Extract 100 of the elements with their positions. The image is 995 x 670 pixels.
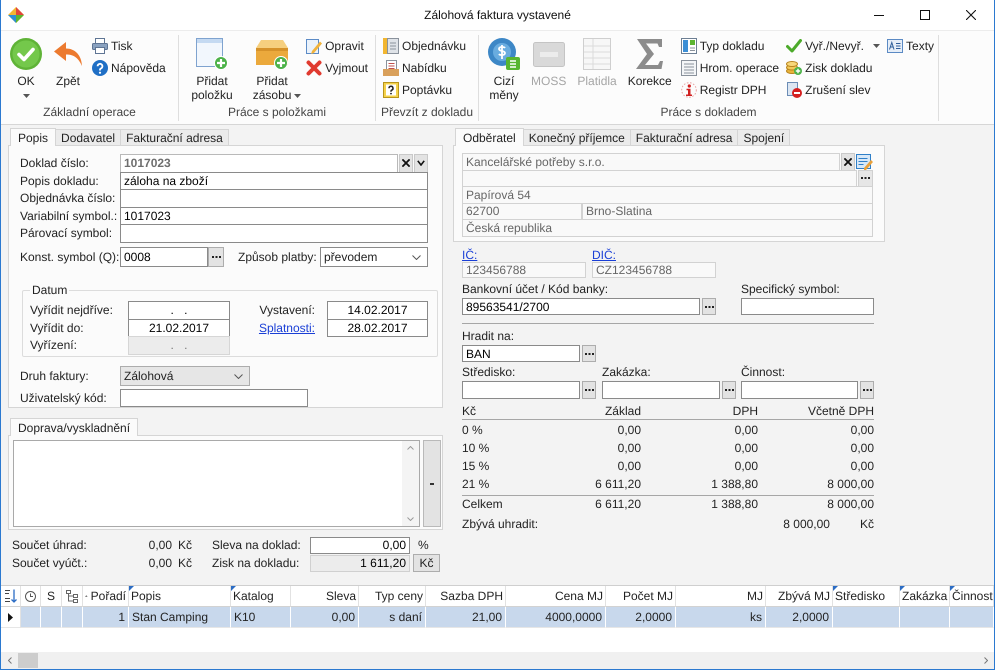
ribbon-button[interactable]: Objednávku xyxy=(382,35,468,57)
cross-icon xyxy=(402,159,410,168)
row-header[interactable] xyxy=(1,607,21,628)
browse-button[interactable] xyxy=(582,345,596,362)
browse-button[interactable] xyxy=(860,381,874,399)
field-link[interactable]: DIČ: xyxy=(592,249,616,262)
currency-button[interactable]: Kč xyxy=(413,554,440,572)
dropdown-button[interactable] xyxy=(414,154,428,172)
input-field[interactable]: 123456788 xyxy=(462,262,586,278)
browse-button[interactable] xyxy=(208,247,224,267)
column-header[interactable]: Středisko xyxy=(833,586,900,607)
ribbon-button[interactable]: Zrušení slev xyxy=(785,79,882,101)
chevron-down-icon xyxy=(234,374,243,378)
column-header[interactable]: Cena MJ xyxy=(506,586,606,607)
dropdown[interactable]: převodem xyxy=(320,247,428,267)
scrollbar[interactable] xyxy=(1,652,994,669)
tab[interactable]: Spojení xyxy=(737,129,790,145)
edit-button[interactable] xyxy=(855,153,873,170)
tab[interactable]: Popis xyxy=(10,128,56,146)
ribbon-button[interactable]: OK xyxy=(7,35,45,98)
column-header[interactable]: Sleva xyxy=(291,586,359,607)
browse-button[interactable] xyxy=(582,381,596,399)
chevron-up-icon xyxy=(407,446,414,450)
input-field[interactable]: 0,00 xyxy=(310,536,410,554)
text-block-icon xyxy=(887,39,904,53)
column-header[interactable] xyxy=(1,586,21,607)
input-field[interactable]: 1 611,20 xyxy=(310,554,410,572)
input-field[interactable] xyxy=(741,381,858,399)
clock-icon xyxy=(25,590,36,602)
input-field[interactable]: Kancelářské potřeby s.r.o. xyxy=(462,153,840,170)
ribbon-button[interactable]: Hrom. operace xyxy=(680,57,780,79)
tab[interactable]: Fakturační adresa xyxy=(120,129,229,145)
ribbon-button[interactable]: Korekce xyxy=(624,35,675,88)
tab[interactable]: Odběratel xyxy=(455,128,524,146)
ribbon-button[interactable]: Nápověda xyxy=(91,57,167,79)
input-field[interactable]: Papírová 54 xyxy=(462,186,873,204)
field-label: Činnost: xyxy=(741,365,786,380)
clear-button[interactable] xyxy=(841,153,855,170)
table-cell-text: 1 388,80 xyxy=(710,497,758,512)
field-label: Hradit na: xyxy=(462,329,516,344)
ribbon-button[interactable]: Vyř./Nevyř. xyxy=(785,35,882,57)
date-link[interactable]: Splatnosti: xyxy=(230,320,327,335)
date-field[interactable]: 28.02.2017 xyxy=(327,318,428,337)
unit-label: % xyxy=(418,538,430,552)
input-field[interactable]: 0008 xyxy=(120,247,208,267)
ellipsis-icon xyxy=(861,177,870,180)
dropdown[interactable]: Zálohová xyxy=(120,366,250,386)
column-header[interactable]: Sazba DPH xyxy=(426,586,506,607)
ribbon-button[interactable]: Cizí měny xyxy=(485,35,523,102)
column-header[interactable]: Pořadí xyxy=(83,586,129,607)
column-header[interactable] xyxy=(62,586,83,607)
browse-button[interactable] xyxy=(722,381,736,399)
column-header[interactable]: Počet MJ xyxy=(606,586,676,607)
date-field[interactable]: . . xyxy=(128,301,230,320)
input-field[interactable] xyxy=(741,298,874,315)
column-header[interactable]: Zbývá MJ xyxy=(766,586,833,607)
info-icon xyxy=(680,82,697,98)
input-field[interactable] xyxy=(120,189,428,208)
ribbon-button[interactable]: Přidat položku xyxy=(185,35,240,102)
column-header[interactable]: Typ ceny xyxy=(359,586,426,607)
tab[interactable]: Fakturační adresa xyxy=(630,129,738,145)
input-field[interactable]: Česká republika xyxy=(462,219,873,236)
browse-button[interactable] xyxy=(702,298,716,315)
ribbon-button[interactable]: Tisk xyxy=(91,35,167,57)
input-field[interactable] xyxy=(602,381,720,399)
browse-button[interactable] xyxy=(858,170,873,187)
ribbon-button[interactable]: Vyjmout xyxy=(305,57,369,79)
ribbon-button[interactable]: Texty xyxy=(886,35,936,57)
document-number-field[interactable]: 1017023 xyxy=(120,154,398,172)
column-header[interactable]: Katalog xyxy=(231,586,291,607)
input-field[interactable]: 89563541/2700 xyxy=(462,298,700,315)
ribbon-button[interactable]: Poptávku xyxy=(382,79,468,101)
column-header[interactable]: Popis xyxy=(129,586,231,607)
input-field[interactable] xyxy=(120,389,308,407)
tab[interactable]: Konečný příjemce xyxy=(522,129,631,145)
input-field[interactable] xyxy=(120,224,428,242)
dash-icon xyxy=(430,482,434,484)
column-header[interactable] xyxy=(21,586,41,607)
scrollbar[interactable] xyxy=(402,441,419,526)
input-field[interactable] xyxy=(462,381,580,399)
ribbon-button[interactable]: Opravit xyxy=(305,35,369,57)
ribbon-button[interactable]: Přidat zásobu xyxy=(245,35,300,102)
ribbon-button[interactable]: Typ dokladu xyxy=(680,35,780,57)
field-link[interactable]: IČ: xyxy=(462,249,478,262)
ribbon-button[interactable]: Nabídku xyxy=(382,57,468,79)
column-header[interactable]: S xyxy=(41,586,62,607)
clear-button[interactable] xyxy=(399,154,413,172)
date-field[interactable]: 14.02.2017 xyxy=(327,301,428,320)
input-field[interactable]: CZ123456788 xyxy=(592,262,716,278)
tab[interactable]: Dodavatel xyxy=(55,129,122,145)
scrollbar-thumb[interactable] xyxy=(18,653,38,668)
column-header[interactable]: Činnost xyxy=(950,586,994,607)
column-header[interactable]: Zakázka xyxy=(900,586,950,607)
ribbon-button[interactable]: Zpět xyxy=(51,35,85,88)
tab[interactable]: Doprava/vyskladnění xyxy=(10,418,138,436)
form-icon xyxy=(680,38,697,54)
ribbon-button[interactable]: Zisk dokladu xyxy=(785,57,882,79)
column-header[interactable]: MJ xyxy=(676,586,766,607)
ribbon-button[interactable]: Registr DPH xyxy=(680,79,780,101)
input-field[interactable]: BAN xyxy=(462,345,580,362)
